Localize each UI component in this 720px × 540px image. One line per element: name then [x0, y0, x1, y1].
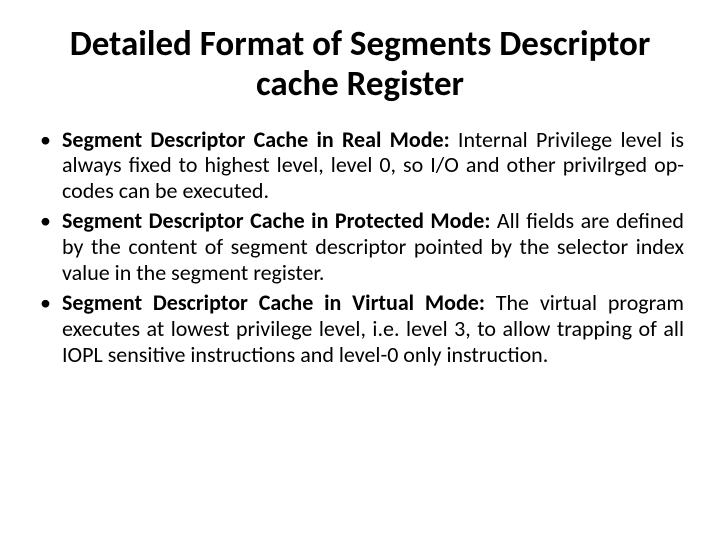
bullet-lead: Segment Descriptor Cache in Protected Mo…: [62, 207, 497, 234]
bullet-lead: Segment Descriptor Cache in Real Mode:: [62, 126, 458, 153]
list-item: Segment Descriptor Cache in Real Mode: I…: [36, 127, 684, 205]
list-item: Segment Descriptor Cache in Virtual Mode…: [36, 290, 684, 368]
bullet-list: Segment Descriptor Cache in Real Mode: I…: [36, 127, 684, 369]
slide: Detailed Format of Segments Descriptor c…: [0, 0, 720, 540]
bullet-lead: Segment Descriptor Cache in Virtual Mode…: [62, 289, 496, 316]
slide-title: Detailed Format of Segments Descriptor c…: [36, 24, 684, 105]
list-item: Segment Descriptor Cache in Protected Mo…: [36, 208, 684, 286]
